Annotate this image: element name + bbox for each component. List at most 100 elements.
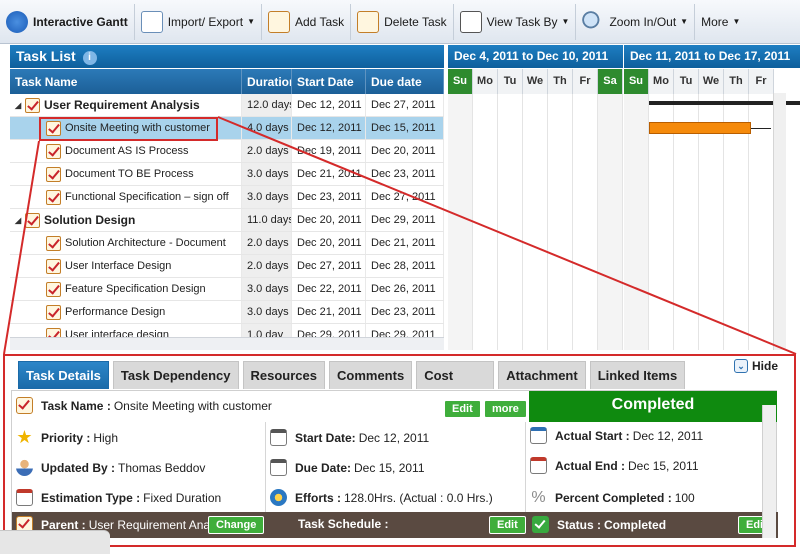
due-date-cell: Dec 23, 2011 bbox=[366, 301, 444, 323]
grid-horizontal-scrollbar[interactable] bbox=[10, 337, 444, 350]
task-name-text: Feature Specification Design bbox=[65, 283, 206, 295]
table-row[interactable]: User Interface Design 2.0 days Dec 27, 201… bbox=[10, 255, 444, 278]
table-row[interactable]: Solution Architecture - Document 2.0 days… bbox=[10, 232, 444, 255]
task-name-cell: Performance Design bbox=[10, 301, 242, 323]
day-header-7: Su bbox=[624, 69, 649, 94]
app-title-label: Interactive Gantt bbox=[33, 14, 128, 29]
week-header-1: Dec 4, 2011 to Dec 10, 2011 bbox=[448, 45, 624, 68]
day-header-10: We bbox=[699, 69, 724, 94]
task-name-cell: Functional Specification – sign off bbox=[10, 186, 242, 208]
due-date-cell: Dec 26, 2011 bbox=[366, 278, 444, 300]
duration-cell: 3.0 days bbox=[242, 301, 292, 323]
task-name-text: Solution Design bbox=[44, 213, 136, 227]
duration-cell: 11.0 days bbox=[242, 209, 292, 231]
task-check-icon bbox=[25, 97, 40, 113]
due-date-cell: Dec 27, 2011 bbox=[366, 94, 444, 116]
start-date-cell: Dec 20, 2011 bbox=[292, 232, 366, 254]
task-name-text: Functional Specification – sign off bbox=[65, 191, 229, 203]
day-column bbox=[573, 94, 598, 350]
due-date-cell: Dec 21, 2011 bbox=[366, 232, 444, 254]
import-export-menu[interactable]: Import/ Export ▼ bbox=[135, 3, 262, 40]
zoom-menu[interactable]: Zoom In/Out ▼ bbox=[576, 3, 696, 40]
table-row[interactable]: Feature Specification Design 3.0 days Dec … bbox=[10, 278, 444, 301]
day-column bbox=[624, 94, 649, 350]
table-row[interactable]: Performance Design 3.0 days Dec 21, 2011 De… bbox=[10, 301, 444, 324]
expand-toggle-icon[interactable]: ◢ bbox=[15, 101, 25, 110]
duration-cell: 3.0 days bbox=[242, 186, 292, 208]
start-date-cell: Dec 22, 2011 bbox=[292, 278, 366, 300]
start-date-cell: Dec 12, 2011 bbox=[292, 117, 366, 139]
delete-task-label: Delete Task bbox=[384, 14, 447, 29]
duration-cell: 2.0 days bbox=[242, 140, 292, 162]
day-column bbox=[473, 94, 498, 350]
more-label: More bbox=[701, 14, 729, 29]
day-header-4: Th bbox=[548, 69, 573, 94]
app-title: Interactive Gantt bbox=[0, 3, 135, 40]
col-task-name[interactable]: Task Name bbox=[10, 69, 242, 94]
task-list-title: Task List bbox=[16, 48, 76, 64]
task-name-cell: Document TO BE Process bbox=[10, 163, 242, 185]
more-menu[interactable]: More ▼ bbox=[695, 4, 746, 40]
day-header-6: Sa bbox=[598, 69, 623, 94]
task-check-icon bbox=[46, 304, 61, 320]
table-row[interactable]: ◢ Solution Design 11.0 days Dec 20, 2011 Dec… bbox=[10, 209, 444, 232]
gantt-chart: Dec 4, 2011 to Dec 10, 2011 Dec 11, 2011… bbox=[448, 45, 800, 350]
add-task-button[interactable]: Add Task bbox=[262, 3, 352, 40]
start-date-cell: Dec 19, 2011 bbox=[292, 140, 366, 162]
task-check-icon bbox=[46, 166, 61, 182]
table-row[interactable]: Document AS IS Process 2.0 days Dec 19, 20… bbox=[10, 140, 444, 163]
table-row[interactable]: ◢ User Requirement Analysis 12.0 days Dec 1… bbox=[10, 94, 444, 117]
day-column bbox=[749, 94, 774, 350]
due-date-cell: Dec 28, 2011 bbox=[366, 255, 444, 277]
day-column bbox=[448, 94, 473, 350]
start-date-cell: Dec 21, 2011 bbox=[292, 301, 366, 323]
due-date-cell: Dec 23, 2011 bbox=[366, 163, 444, 185]
due-date-cell: Dec 27, 2011 bbox=[366, 186, 444, 208]
table-row[interactable]: Functional Specification – sign off 3.0 d… bbox=[10, 186, 444, 209]
view-task-by-menu[interactable]: View Task By ▼ bbox=[454, 3, 577, 40]
start-date-cell: Dec 27, 2011 bbox=[292, 255, 366, 277]
dependency-line bbox=[751, 128, 771, 129]
view-task-by-label: View Task By bbox=[486, 14, 558, 29]
day-column bbox=[548, 94, 573, 350]
week-header-2: Dec 11, 2011 to Dec 17, 2011 bbox=[624, 45, 800, 68]
task-check-icon bbox=[46, 143, 61, 159]
task-name-cell: Solution Architecture - Document bbox=[10, 232, 242, 254]
day-column bbox=[598, 94, 623, 350]
col-duration[interactable]: Duration bbox=[242, 69, 292, 94]
day-header-9: Tu bbox=[674, 69, 699, 94]
info-icon[interactable]: i bbox=[82, 51, 97, 65]
task-name-text: User Requirement Analysis bbox=[44, 98, 200, 112]
task-check-icon bbox=[46, 281, 61, 297]
selected-task-highlight bbox=[39, 117, 218, 141]
day-header-0: Su bbox=[448, 69, 473, 94]
delete-task-icon bbox=[357, 10, 380, 33]
expand-toggle-icon[interactable]: ◢ bbox=[15, 216, 25, 225]
day-header-5: Fr bbox=[573, 69, 598, 94]
day-header-8: Mo bbox=[649, 69, 674, 94]
day-column bbox=[523, 94, 548, 350]
add-task-label: Add Task bbox=[294, 14, 345, 29]
table-row[interactable]: Document TO BE Process 3.0 days Dec 21, 20… bbox=[10, 163, 444, 186]
due-date-cell: Dec 29, 2011 bbox=[366, 209, 444, 231]
col-due-date[interactable]: Due date bbox=[366, 69, 444, 94]
toolbar: Interactive Gantt Import/ Export ▼ Add Ta… bbox=[0, 0, 800, 44]
detail-panel-highlight bbox=[3, 354, 796, 547]
due-date-cell: Dec 15, 2011 bbox=[366, 117, 444, 139]
col-start-date[interactable]: Start Date bbox=[292, 69, 366, 94]
task-bar-onsite-meeting[interactable] bbox=[649, 122, 751, 134]
day-header-12: Fr bbox=[749, 69, 774, 94]
day-header-11: Th bbox=[724, 69, 749, 94]
duration-cell: 2.0 days bbox=[242, 255, 292, 277]
duration-cell: 12.0 days bbox=[242, 94, 292, 116]
gantt-vertical-scrollbar[interactable] bbox=[773, 93, 786, 350]
day-header-3: We bbox=[523, 69, 548, 94]
task-name-text: User Interface Design bbox=[65, 260, 172, 272]
task-name-text: Solution Architecture - Document bbox=[65, 237, 226, 249]
task-name-text: Document AS IS Process bbox=[65, 145, 189, 157]
delete-task-button[interactable]: Delete Task bbox=[351, 3, 454, 40]
duration-cell: 3.0 days bbox=[242, 163, 292, 185]
day-header-2: Tu bbox=[498, 69, 523, 94]
day-column bbox=[498, 94, 523, 350]
day-header-1: Mo bbox=[473, 69, 498, 94]
